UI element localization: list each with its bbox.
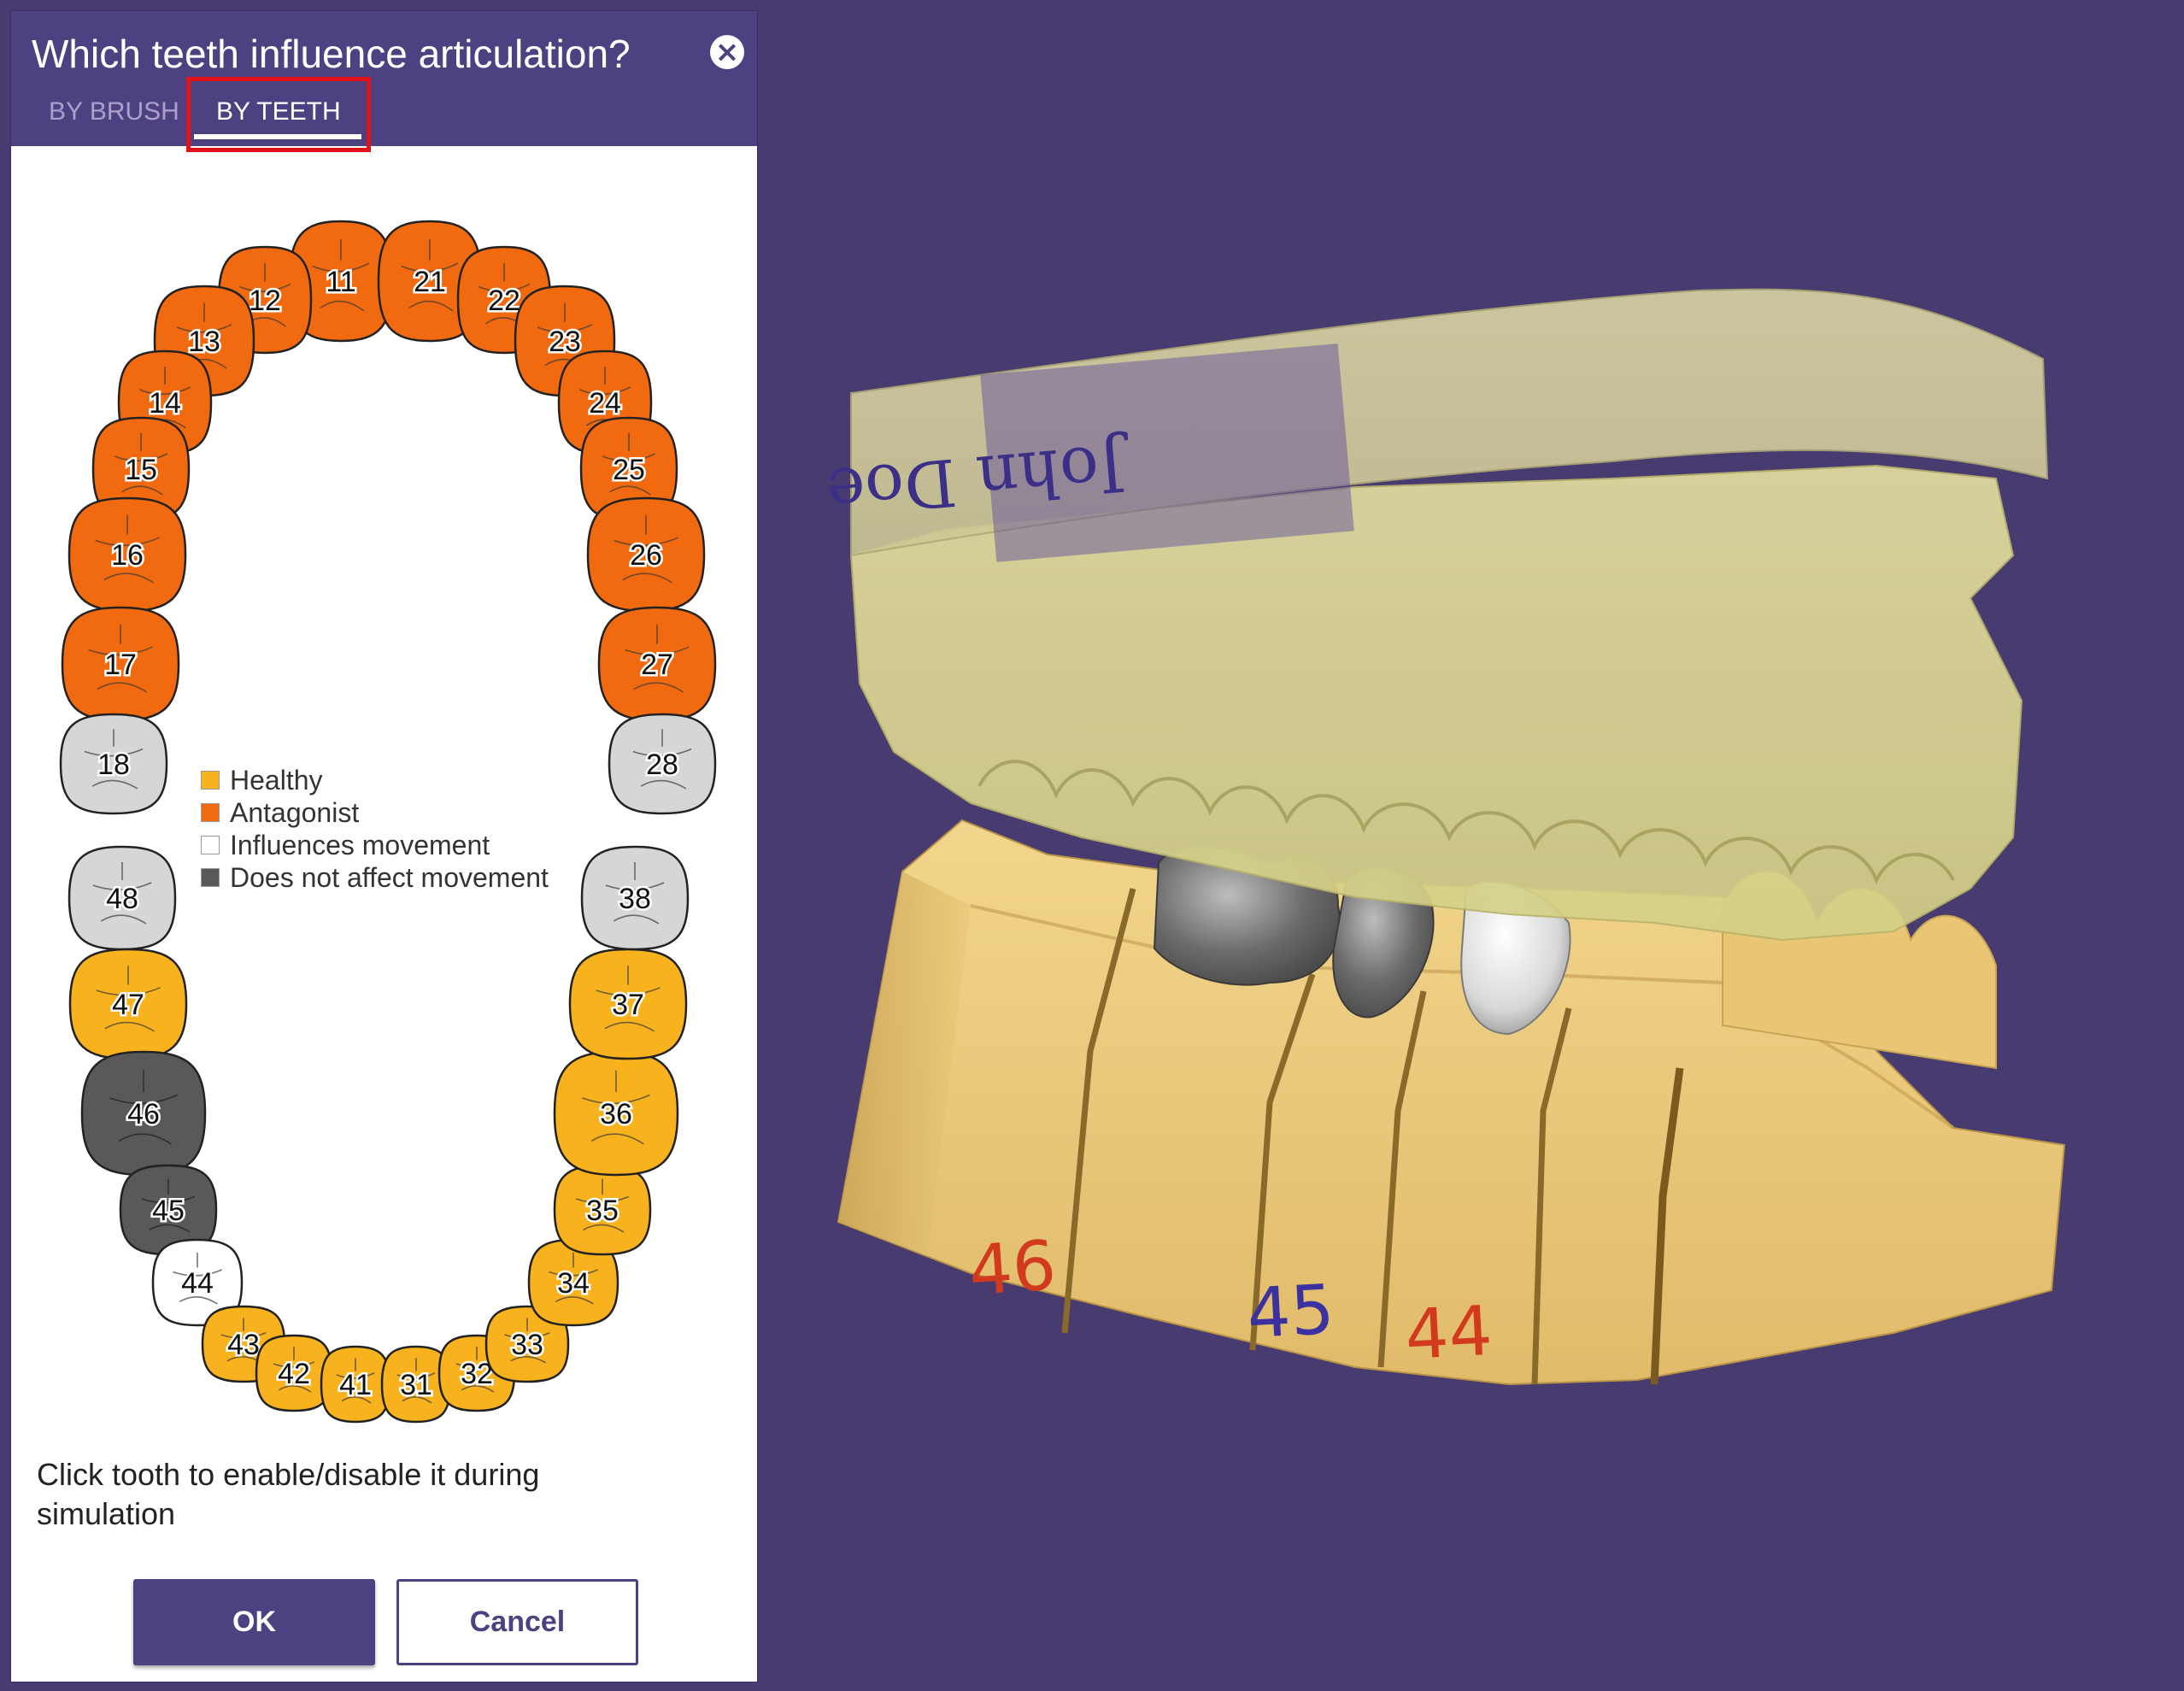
die-label-44: 44 <box>1403 1291 1494 1375</box>
tooth-14-label: 14 <box>149 387 181 420</box>
tooth-16-label: 16 <box>111 539 144 572</box>
tooth-24-label: 24 <box>589 387 621 420</box>
tab-by-brush[interactable]: BY BRUSH <box>49 95 179 129</box>
tooth-13-label: 13 <box>188 326 220 358</box>
tooth-16[interactable]: 16 <box>68 496 187 613</box>
tooth-22-label: 22 <box>488 285 520 317</box>
tooth-38[interactable]: 38 <box>580 845 690 951</box>
tooth-chart: 11 12 1314 15 16 17 18 21 22 2324 25 26 27 28 48 47 46 45… <box>59 220 717 1424</box>
legend-label: Antagonist <box>230 797 360 828</box>
die-label-46: 46 <box>966 1225 1059 1311</box>
instruction-text: Click tooth to enable/disable it during … <box>37 1457 540 1531</box>
tooth-42-label: 42 <box>278 1358 310 1390</box>
tooth-27[interactable]: 27 <box>597 606 717 722</box>
tooth-47-label: 47 <box>112 989 144 1021</box>
tooth-36-label: 36 <box>600 1098 632 1130</box>
tooth-46-label: 46 <box>127 1098 160 1130</box>
tooth-43-label: 43 <box>227 1329 260 1361</box>
tooth-11-label: 11 <box>326 266 355 298</box>
tooth-37-label: 37 <box>612 989 644 1021</box>
tooth-45-label: 45 <box>152 1195 185 1227</box>
tooth-42[interactable]: 42 <box>255 1334 333 1412</box>
tooth-12-label: 12 <box>249 285 281 317</box>
close-icon[interactable]: × <box>710 35 744 69</box>
tooth-26-label: 26 <box>630 539 662 572</box>
legend-swatch-antagonist <box>201 803 220 822</box>
tooth-18[interactable]: 18 <box>59 713 168 815</box>
tooth-48[interactable]: 48 <box>68 845 177 951</box>
tooth-36[interactable]: 36 <box>553 1050 679 1177</box>
tooth-27-label: 27 <box>641 649 673 681</box>
tooth-44-label: 44 <box>181 1267 214 1300</box>
tooth-47[interactable]: 47 <box>68 948 188 1060</box>
tooth-28-label: 28 <box>646 749 678 781</box>
legend-label: Healthy <box>230 765 323 796</box>
tooth-18-label: 18 <box>97 749 130 781</box>
tooth-28[interactable]: 28 <box>608 713 717 815</box>
tooth-41[interactable]: 41 <box>320 1345 391 1424</box>
articulation-dialog: Which teeth influence articulation? × BY… <box>11 11 757 1682</box>
cancel-button[interactable]: Cancel <box>396 1579 638 1665</box>
legend-swatch-influences <box>201 836 220 854</box>
legend-swatch-healthy <box>201 771 220 790</box>
dialog-title: Which teeth influence articulation? <box>32 32 631 76</box>
tooth-35[interactable]: 35 <box>553 1164 652 1256</box>
legend-label: Influences movement <box>230 830 490 860</box>
tooth-41-label: 41 <box>339 1369 372 1401</box>
tooth-34-label: 34 <box>557 1267 590 1300</box>
tooth-37[interactable]: 37 <box>568 948 688 1060</box>
tooth-38-label: 38 <box>619 883 651 915</box>
tooth-48-label: 48 <box>106 883 138 915</box>
3d-model-viewport[interactable]: John Doe 46 45 44 <box>757 0 2184 1691</box>
legend-swatch-disabled <box>201 868 220 887</box>
tooth-15-label: 15 <box>125 454 157 486</box>
tooth-31-label: 31 <box>400 1369 432 1401</box>
tooth-46[interactable]: 46 <box>80 1050 207 1177</box>
tooth-17-label: 17 <box>104 649 137 681</box>
tooth-21-label: 21 <box>414 266 446 298</box>
tooth-25-label: 25 <box>613 454 645 486</box>
tooth-17[interactable]: 17 <box>61 606 180 722</box>
tooth-23-label: 23 <box>549 326 581 358</box>
annotation-highlight-box <box>186 77 371 152</box>
ok-button[interactable]: OK <box>133 1579 375 1665</box>
legend-label: Does not affect movement <box>230 862 549 893</box>
die-label-45: 45 <box>1245 1270 1336 1353</box>
dialog-header: Which teeth influence articulation? × BY… <box>11 11 757 152</box>
tooth-33-label: 33 <box>511 1329 543 1361</box>
tooth-26[interactable]: 26 <box>586 496 706 613</box>
tooth-35-label: 35 <box>586 1195 619 1227</box>
